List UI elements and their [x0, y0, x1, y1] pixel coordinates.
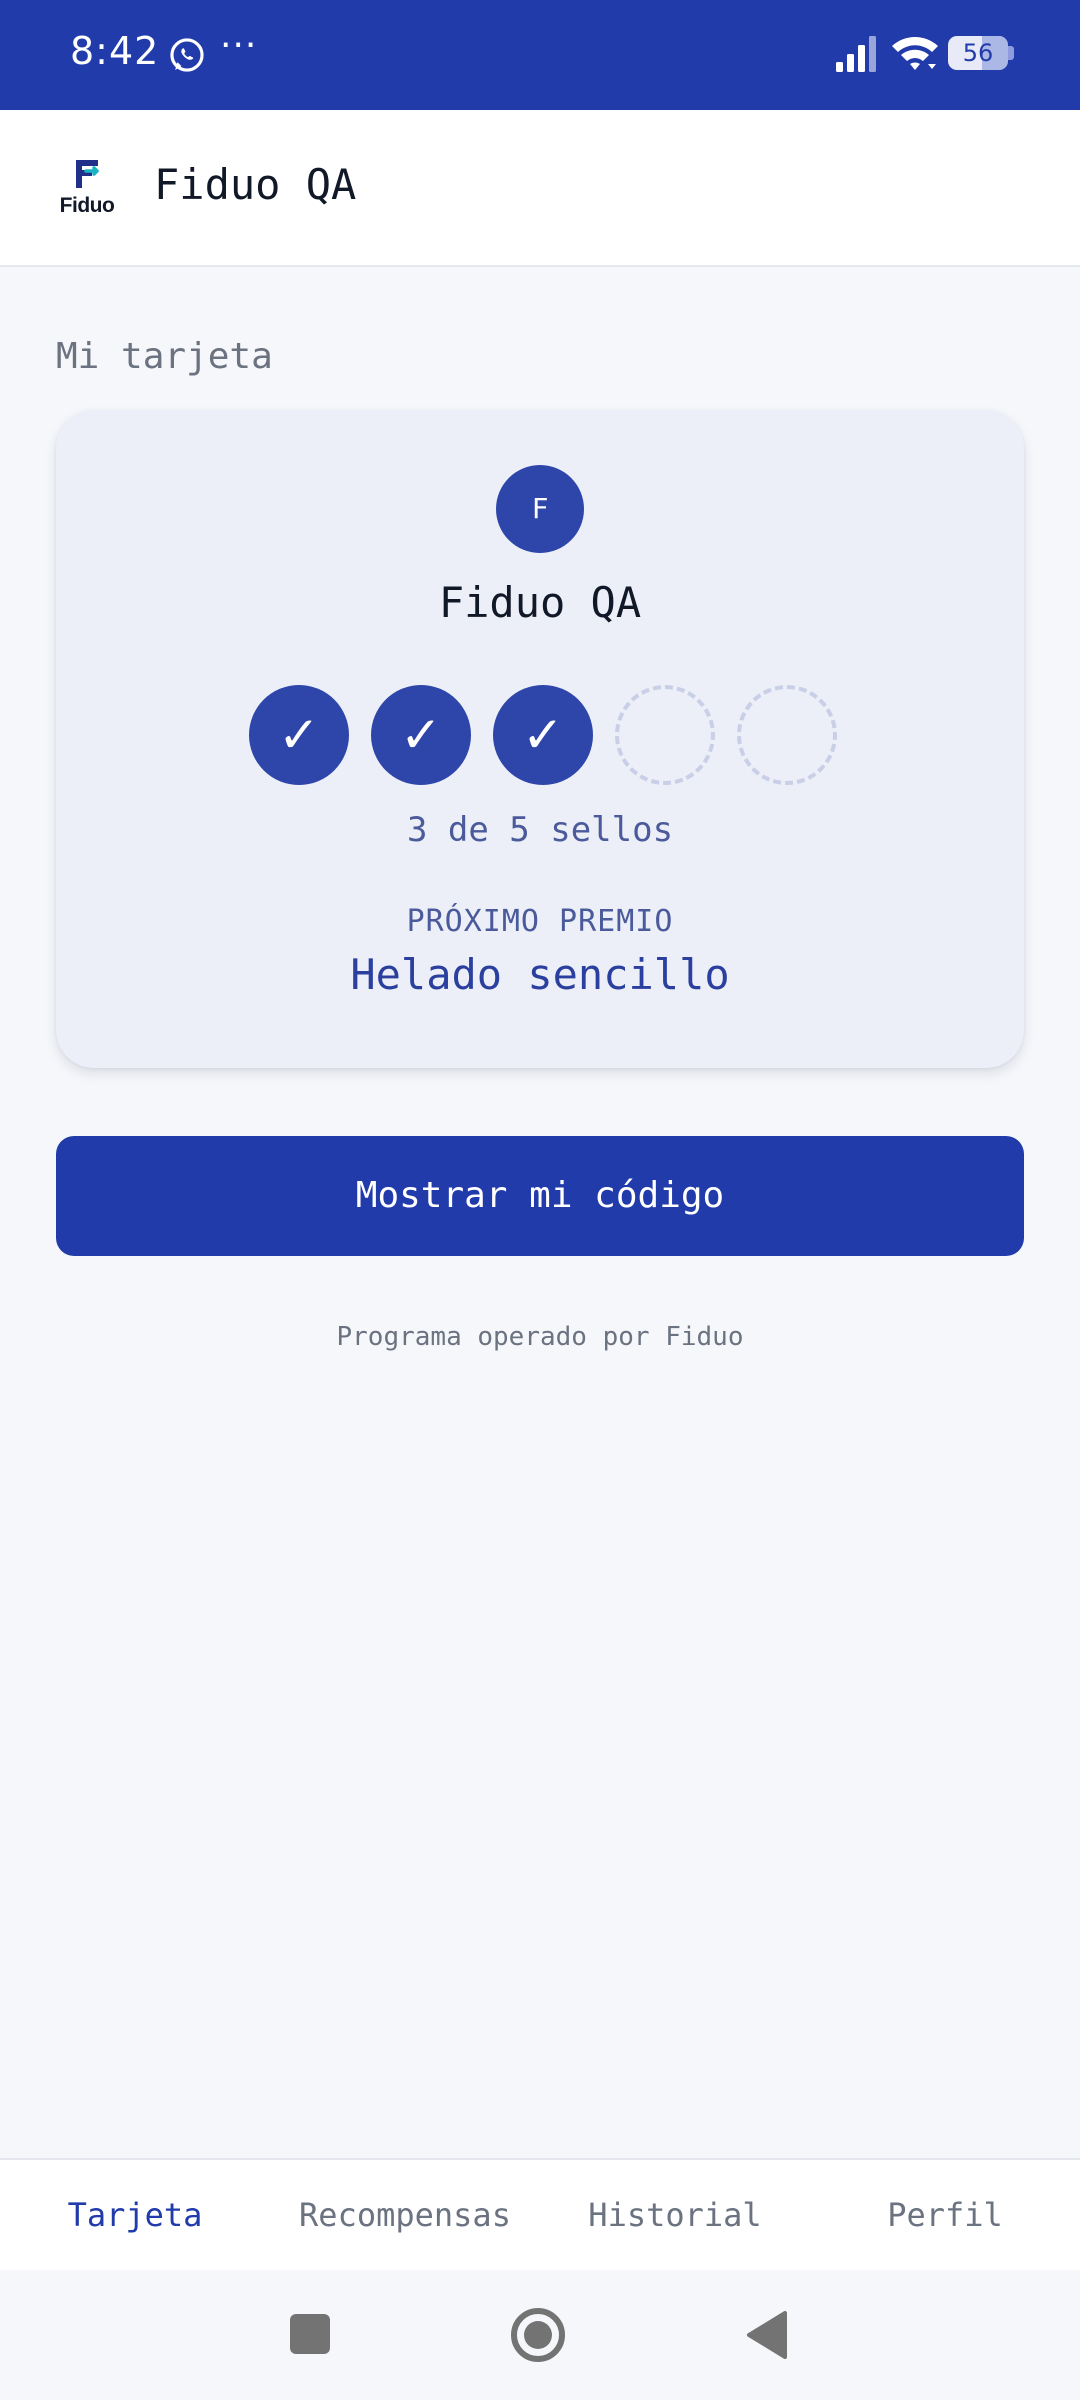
check-icon: ✓	[278, 706, 320, 764]
signal-icon	[836, 36, 876, 72]
nav-tab-historial[interactable]: Historial	[540, 2160, 810, 2270]
bottom-nav: Tarjeta Recompensas Historial Perfil	[0, 2158, 1080, 2270]
section-title: Mi tarjeta	[56, 336, 273, 377]
stamp-empty	[737, 685, 837, 785]
show-code-button[interactable]: Mostrar mi código	[56, 1136, 1024, 1256]
stamp-filled: ✓	[249, 685, 349, 785]
merchant-name: Fiduo QA	[438, 578, 642, 627]
status-more-indicator: ···	[220, 25, 258, 66]
status-time: 8:42	[70, 29, 160, 73]
recents-button[interactable]	[290, 2314, 330, 2354]
loyalty-card: F Fiduo QA ✓ ✓ ✓ 3 de 5 sellos PRÓXIMO PRE…	[56, 410, 1024, 1068]
check-icon: ✓	[400, 706, 442, 764]
fiduo-logo-text: Fiduo	[59, 194, 115, 217]
battery-level: 56	[962, 39, 994, 67]
nav-tab-tarjeta[interactable]: Tarjeta	[0, 2160, 270, 2270]
check-icon: ✓	[522, 706, 564, 764]
app-bar: Fiduo Fiduo QA	[0, 110, 1080, 267]
stamp-filled: ✓	[371, 685, 471, 785]
status-bar: 8:42 ··· 56	[0, 0, 1080, 110]
battery-tip	[1008, 46, 1014, 60]
app-bar-title: Fiduo QA	[154, 160, 357, 209]
nav-tab-perfil[interactable]: Perfil	[810, 2160, 1080, 2270]
footer-note: Programa operado por Fiduo	[336, 1322, 744, 1352]
fiduo-logo-mark-icon	[76, 160, 99, 188]
home-button[interactable]	[510, 2307, 566, 2363]
battery-icon: 56	[948, 36, 1008, 70]
stamp-row: ✓ ✓ ✓	[249, 685, 837, 785]
system-nav-bar	[0, 2270, 1080, 2400]
wifi-icon	[892, 37, 938, 70]
fiduo-logo: Fiduo	[56, 156, 118, 222]
whatsapp-icon	[170, 38, 204, 72]
stamp-empty	[615, 685, 715, 785]
next-reward-label: PRÓXIMO PREMIO	[406, 904, 674, 939]
back-button[interactable]	[745, 2310, 791, 2360]
stamp-filled: ✓	[493, 685, 593, 785]
stamp-count: 3 de 5 sellos	[406, 810, 674, 850]
nav-tab-recompensas[interactable]: Recompensas	[270, 2160, 540, 2270]
next-reward-name: Helado sencillo	[350, 950, 730, 999]
merchant-avatar: F	[496, 465, 584, 553]
